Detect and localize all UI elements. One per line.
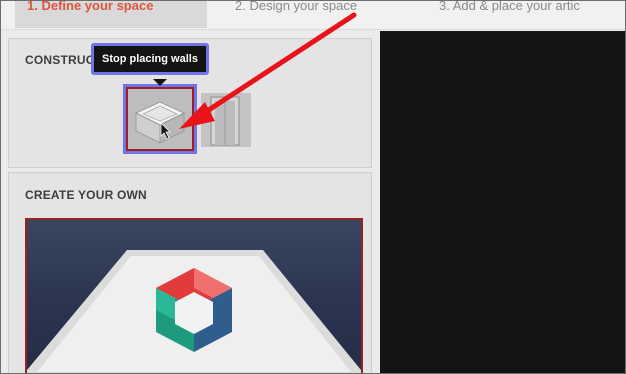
app-window: 1. Define your space 2. Design your spac…: [0, 0, 626, 374]
annotation-arrow-icon: [179, 12, 357, 129]
